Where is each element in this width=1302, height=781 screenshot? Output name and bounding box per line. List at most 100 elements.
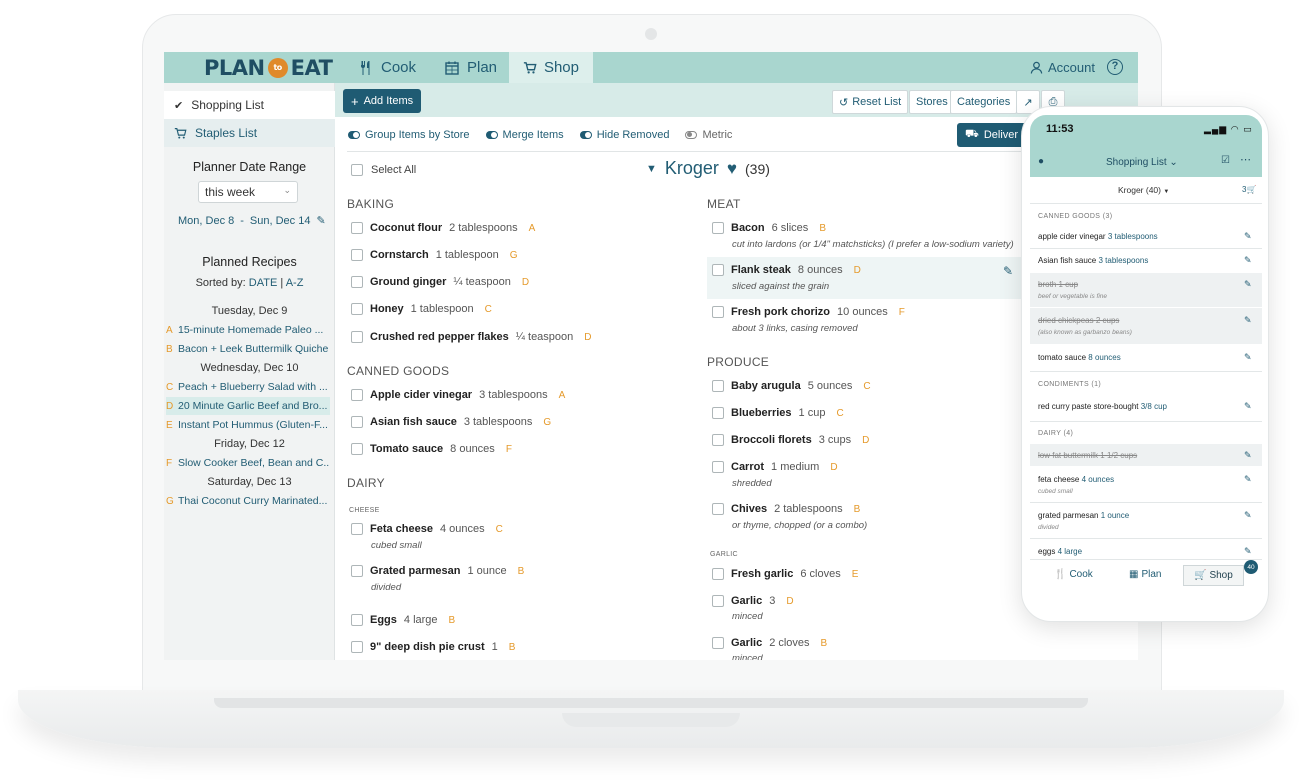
phone-list-item[interactable]: grated parmesan 1 ounce: [1038, 511, 1129, 520]
phone-tab-cook[interactable]: 🍴 Cook: [1054, 569, 1093, 580]
list-item[interactable]: Asian fish sauce 3 tablespoons G: [351, 416, 551, 428]
pencil-icon[interactable]: ✎: [1244, 546, 1252, 557]
pencil-icon[interactable]: ✎: [1244, 231, 1252, 242]
checkbox[interactable]: [712, 434, 724, 446]
list-item[interactable]: Grated parmesan 1 ounce B: [351, 565, 524, 577]
list-item[interactable]: Chives 2 tablespoons B: [712, 503, 860, 515]
list-item[interactable]: Coconut flour 2 tablespoons A: [351, 222, 535, 234]
help-icon[interactable]: ?: [1107, 59, 1123, 75]
checkbox[interactable]: [712, 503, 724, 515]
checkbox[interactable]: [351, 222, 363, 234]
checkbox[interactable]: [712, 595, 724, 607]
planned-recipe[interactable]: B Bacon + Leek Buttermilk Quiche: [166, 340, 330, 358]
checkbox[interactable]: [712, 461, 724, 473]
planned-recipe[interactable]: D 20 Minute Garlic Beef and Bro...: [166, 397, 330, 415]
list-item[interactable]: Crushed red pepper flakes ¼ teaspoon D: [351, 331, 592, 343]
sidebar-item-staples-list[interactable]: Staples List: [164, 119, 335, 147]
list-item[interactable]: Garlic 3 D: [712, 595, 794, 607]
add-items-button[interactable]: + Add Items: [343, 89, 422, 113]
list-item[interactable]: Feta cheese 4 ounces C: [351, 523, 503, 535]
list-item[interactable]: Ground ginger ¼ teaspoon D: [351, 276, 529, 288]
categories-button[interactable]: Categories: [950, 90, 1018, 114]
plan-to-eat-logo[interactable]: PLAN to EAT: [204, 54, 333, 81]
date-range-dates[interactable]: Mon, Dec 8 - Sun, Dec 14 ✎: [178, 214, 326, 228]
pencil-icon[interactable]: ✎: [1003, 264, 1013, 278]
pencil-icon[interactable]: ✎: [316, 214, 325, 227]
checkbox[interactable]: [712, 306, 724, 318]
checkbox[interactable]: [351, 249, 363, 261]
user-icon[interactable]: ●: [1038, 156, 1044, 167]
list-item[interactable]: Bacon 6 slices B: [712, 222, 826, 234]
phone-list-item[interactable]: eggs 4 large: [1038, 547, 1082, 556]
list-item[interactable]: Carrot 1 medium D: [712, 461, 838, 473]
phone-tab-shop[interactable]: 🛒 Shop: [1183, 565, 1244, 586]
pencil-icon[interactable]: ✎: [1244, 352, 1252, 363]
sidebar-item-shopping-list[interactable]: ✔ Shopping List: [164, 91, 335, 119]
merge-items-toggle[interactable]: Merge Items: [485, 126, 564, 144]
list-item[interactable]: Blueberries 1 cup C: [712, 407, 844, 419]
phone-cart-count[interactable]: 3🛒: [1242, 185, 1256, 194]
checkbox[interactable]: [351, 565, 363, 577]
phone-title[interactable]: Shopping List ⌄: [1106, 157, 1178, 168]
checkbox[interactable]: [351, 614, 363, 626]
store-heading[interactable]: ▼ Kroger ♥ (39): [646, 158, 770, 179]
phone-list-item[interactable]: dried chickpeas 2 cups: [1038, 316, 1119, 325]
nav-tab-cook[interactable]: Cook: [344, 52, 430, 83]
checkbox[interactable]: [351, 331, 363, 343]
select-all-checkbox[interactable]: Select All: [351, 164, 416, 176]
pencil-icon[interactable]: ✎: [1244, 279, 1252, 290]
list-item[interactable]: 9" deep dish pie crust 1 B: [351, 641, 515, 653]
checkbox[interactable]: [351, 523, 363, 535]
pencil-icon[interactable]: ✎: [1244, 255, 1252, 266]
phone-list-item[interactable]: tomato sauce 8 ounces: [1038, 353, 1121, 362]
list-item[interactable]: Eggs 4 large B: [351, 614, 455, 626]
date-range-select[interactable]: this week ⌄: [198, 181, 298, 203]
checkbox[interactable]: [351, 641, 363, 653]
phone-list-item[interactable]: broth 1 cup: [1038, 280, 1078, 289]
group-by-store-toggle[interactable]: Group Items by Store: [348, 126, 470, 144]
metric-toggle[interactable]: Metric: [685, 126, 732, 144]
reset-list-button[interactable]: ↺ Reset List: [832, 90, 909, 114]
phone-list-item[interactable]: feta cheese 4 ounces: [1038, 475, 1114, 484]
checkbox[interactable]: [712, 568, 724, 580]
planned-recipe[interactable]: G Thai Coconut Curry Marinated...: [166, 492, 330, 510]
list-item[interactable]: Baby arugula 5 ounces C: [712, 380, 871, 392]
checkbox[interactable]: [712, 380, 724, 392]
check-all-icon[interactable]: ☑: [1221, 155, 1230, 166]
checkbox[interactable]: [712, 264, 724, 276]
hide-removed-toggle[interactable]: Hide Removed: [579, 126, 669, 144]
checkbox[interactable]: [351, 389, 363, 401]
list-item[interactable]: Cornstarch 1 tablespoon G: [351, 249, 517, 261]
list-item[interactable]: Garlic 2 cloves B: [712, 637, 827, 649]
checkbox[interactable]: [712, 222, 724, 234]
more-icon[interactable]: ⋯: [1240, 153, 1251, 166]
checkbox[interactable]: [712, 637, 724, 649]
sort-date-link[interactable]: DATE: [249, 277, 278, 289]
phone-list-item[interactable]: Asian fish sauce 3 tablespoons: [1038, 256, 1148, 265]
checkbox[interactable]: [351, 164, 363, 176]
planned-recipe[interactable]: C Peach + Blueberry Salad with ...: [166, 378, 330, 396]
list-item[interactable]: Broccoli florets 3 cups D: [712, 434, 869, 446]
phone-store-selector[interactable]: Kroger (40) ▼: [1118, 185, 1169, 195]
pencil-icon[interactable]: ✎: [1244, 510, 1252, 521]
pencil-icon[interactable]: ✎: [1244, 315, 1252, 326]
list-item[interactable]: Fresh pork chorizo 10 ounces F: [712, 306, 905, 318]
list-item[interactable]: Apple cider vinegar 3 tablespoons A: [351, 389, 565, 401]
checkbox[interactable]: [351, 303, 363, 315]
account-menu[interactable]: Account: [1030, 52, 1095, 83]
phone-list-item[interactable]: red curry paste store-bought 3/8 cup: [1038, 402, 1167, 411]
checkbox[interactable]: [712, 407, 724, 419]
list-item[interactable]: Tomato sauce 8 ounces F: [351, 443, 512, 455]
planned-recipe[interactable]: E Instant Pot Hummus (Gluten-F...: [166, 416, 330, 434]
list-item[interactable]: Honey 1 tablespoon C: [351, 303, 492, 315]
stores-button[interactable]: Stores: [909, 90, 955, 114]
nav-tab-shop[interactable]: Shop: [509, 52, 593, 83]
list-item[interactable]: Fresh garlic 6 cloves E: [712, 568, 858, 580]
sort-az-link[interactable]: A-Z: [286, 277, 304, 289]
pencil-icon[interactable]: ✎: [1244, 450, 1252, 461]
checkbox[interactable]: [351, 416, 363, 428]
planned-recipe[interactable]: A 15-minute Homemade Paleo ...: [166, 321, 330, 339]
phone-list-item[interactable]: apple cider vinegar 3 tablespoons: [1038, 232, 1158, 241]
list-item[interactable]: Flank steak 8 ounces D: [712, 264, 861, 276]
pencil-icon[interactable]: ✎: [1244, 401, 1252, 412]
